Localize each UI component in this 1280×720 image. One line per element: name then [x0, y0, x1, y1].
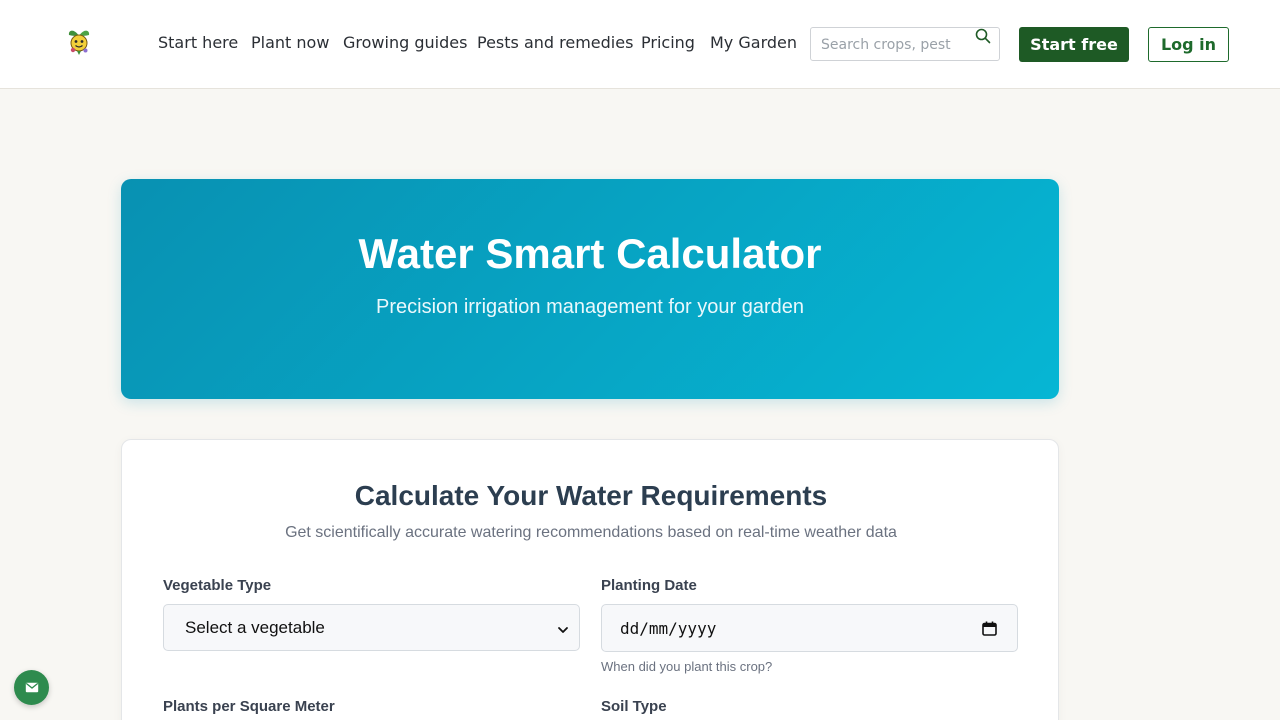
planting-date-value: dd/mm/yyyy [620, 619, 717, 638]
plant-mascot-icon[interactable] [64, 26, 94, 56]
nav-link-growing-guides[interactable]: Growing guides [343, 33, 467, 52]
planting-date-input[interactable]: dd/mm/yyyy [601, 604, 1018, 652]
soil-type-label: Soil Type [601, 698, 667, 715]
start-free-button[interactable]: Start free [1019, 27, 1129, 62]
plants-per-sqm-label: Plants per Square Meter [163, 698, 335, 715]
top-navigation-bar: Start here Plant now Growing guides Pest… [0, 0, 1280, 89]
nav-link-plant-now[interactable]: Plant now [251, 33, 329, 52]
nav-link-start-here[interactable]: Start here [158, 33, 238, 52]
nav-link-pests-and-remedies[interactable]: Pests and remedies [477, 33, 633, 52]
vegetable-type-select[interactable]: Select a vegetable [163, 604, 580, 651]
search-box [810, 27, 1000, 61]
mail-icon [25, 678, 39, 697]
search-input[interactable] [821, 35, 971, 55]
calculator-subtitle: Get scientifically accurate watering rec… [285, 524, 897, 541]
vegetable-type-value: Select a vegetable [185, 618, 325, 637]
calculator-title: Calculate Your Water Requirements [354, 480, 828, 511]
planting-date-hint: When did you plant this crop? [601, 659, 773, 674]
hero-subtitle: Precision irrigation management for your… [376, 296, 804, 318]
nav-link-pricing[interactable]: Pricing [641, 33, 695, 52]
calculator-card: Calculate Your Water Requirements Get sc… [121, 439, 1059, 720]
hero-title: Water Smart Calculator [358, 230, 822, 277]
login-button[interactable]: Log in [1148, 27, 1229, 62]
search-icon[interactable] [975, 28, 991, 44]
contact-chat-button[interactable] [14, 670, 49, 705]
chevron-down-icon [557, 621, 569, 640]
nav-link-my-garden[interactable]: My Garden [710, 33, 797, 52]
calendar-icon[interactable] [982, 621, 997, 640]
vegetable-type-label: Vegetable Type [163, 577, 272, 594]
hero-banner: Water Smart Calculator Precision irrigat… [121, 179, 1059, 399]
planting-date-label: Planting Date [601, 577, 697, 594]
